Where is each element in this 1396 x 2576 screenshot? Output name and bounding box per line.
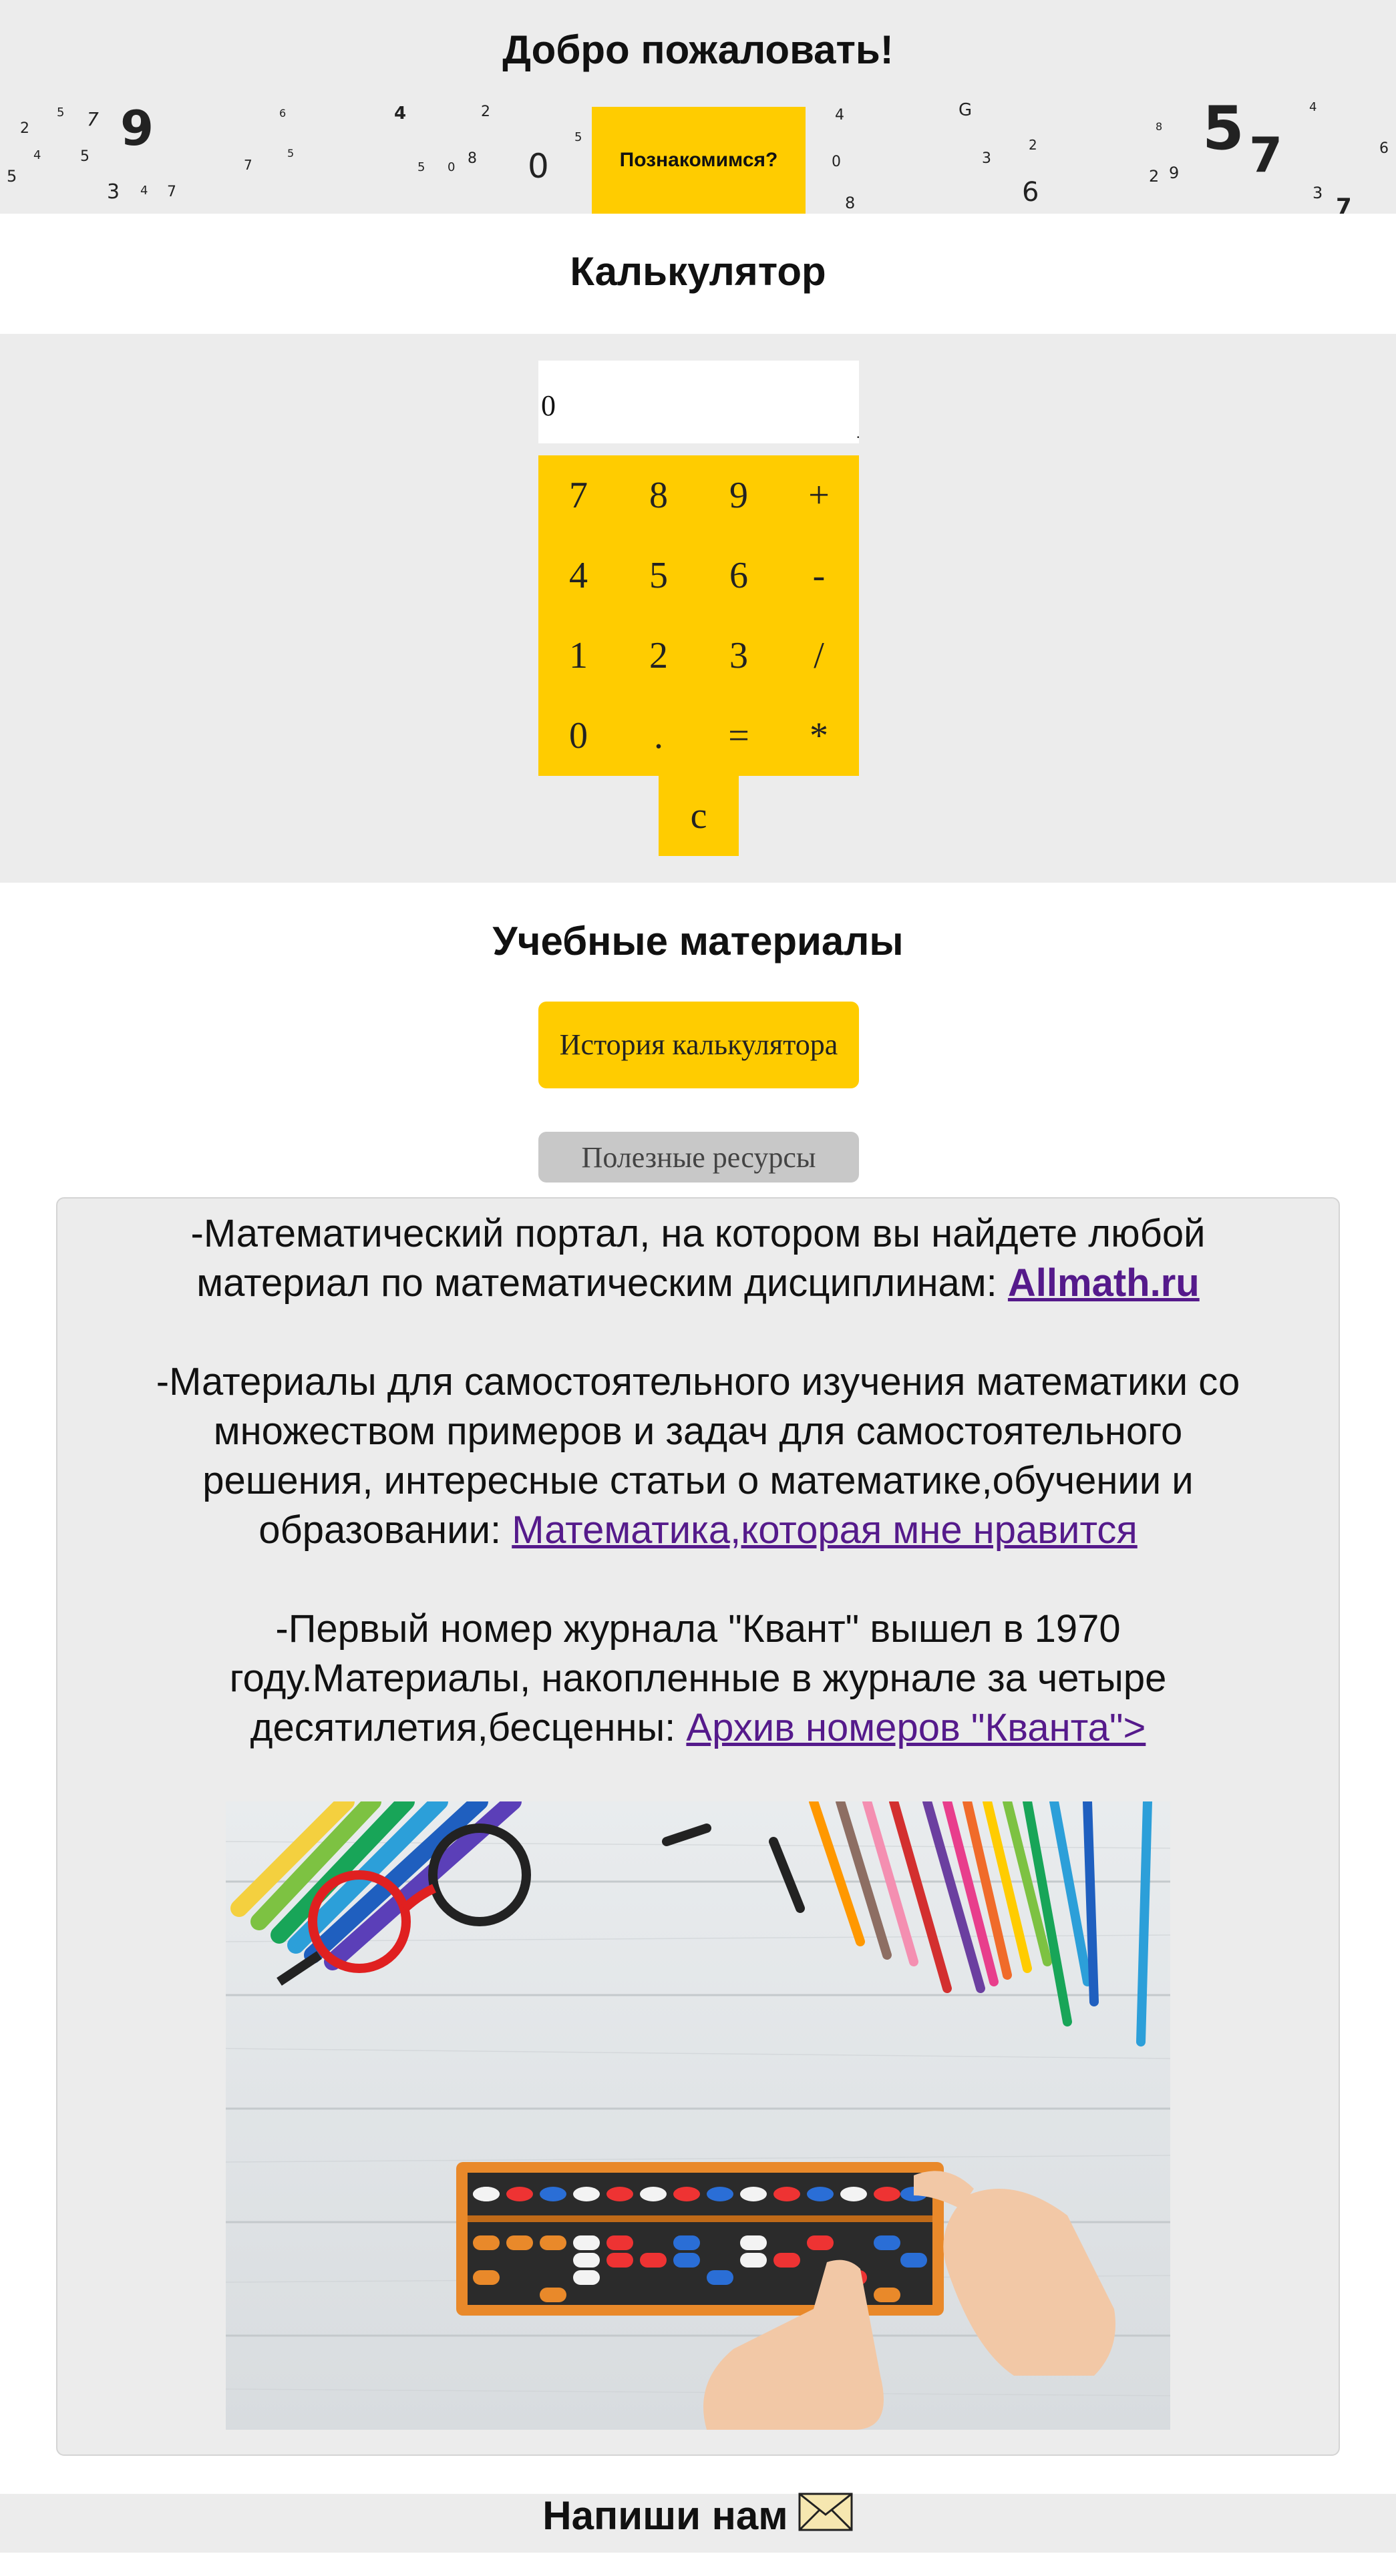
display-corner-dot: . — [856, 425, 860, 441]
key-7[interactable]: 7 — [538, 455, 619, 535]
resource-item-math-i-like: -Материалы для самостоятельного изучения… — [0, 1357, 1396, 1555]
contact-us-link[interactable]: Напиши нам — [0, 2492, 1396, 2539]
resource-text: -Первый номер журнала "Квант" вышел в 19… — [275, 1607, 1121, 1651]
resource-text: образовании: — [258, 1508, 512, 1552]
key-9[interactable]: 9 — [699, 455, 779, 535]
welcome-title: Добро пожаловать! — [502, 27, 894, 72]
abacus-photo — [226, 1801, 1170, 2430]
materials-title: Учебные материалы — [492, 919, 904, 963]
resource-text: множеством примеров и задач для самостоя… — [213, 1410, 1183, 1453]
key-4[interactable]: 4 — [538, 535, 619, 616]
resource-text: материал по математическим дисциплинам: — [196, 1261, 1008, 1305]
key-dot[interactable]: . — [619, 696, 699, 776]
calculator-display[interactable] — [538, 361, 859, 443]
resource-item-allmath: -Математический портал, на котором вы на… — [0, 1209, 1396, 1308]
key-8[interactable]: 8 — [619, 455, 699, 535]
resource-text: -Математический портал, на котором вы на… — [190, 1212, 1206, 1255]
key-2[interactable]: 2 — [619, 616, 699, 696]
key-5[interactable]: 5 — [619, 535, 699, 616]
resource-text: -Материалы для самостоятельного изучения… — [156, 1360, 1240, 1404]
key-0[interactable]: 0 — [538, 696, 619, 776]
envelope-icon — [798, 2493, 853, 2531]
math-i-like-link[interactable]: Математика,которая мне нравится — [512, 1508, 1138, 1552]
resource-text: десятилетия,бесценны: — [250, 1706, 687, 1749]
key-multiply[interactable]: * — [779, 696, 859, 776]
key-clear[interactable]: c — [659, 776, 739, 856]
get-acquainted-button[interactable]: Познакомимся? — [592, 107, 806, 214]
kvant-archive-link[interactable]: Архив номеров "Кванта"> — [686, 1706, 1146, 1749]
key-equals[interactable]: = — [699, 696, 779, 776]
useful-resources-button[interactable]: Полезные ресурсы — [538, 1132, 859, 1183]
key-3[interactable]: 3 — [699, 616, 779, 696]
key-minus[interactable]: - — [779, 535, 859, 616]
key-6[interactable]: 6 — [699, 535, 779, 616]
resource-text: решения, интересные статьи о математике,… — [202, 1459, 1194, 1502]
calculator-history-button[interactable]: История калькулятора — [538, 1002, 859, 1088]
hero-banner: Добро пожаловать! 2 5 7 9 5 4 5 3 4 7 7 … — [0, 0, 1396, 214]
resource-text: году.Материалы, накопленные в журнале за… — [229, 1657, 1167, 1700]
resource-item-kvant: -Первый номер журнала "Квант" вышел в 19… — [0, 1604, 1396, 1753]
key-1[interactable]: 1 — [538, 616, 619, 696]
contact-us-label: Напиши нам — [542, 2493, 788, 2538]
key-plus[interactable]: + — [779, 455, 859, 535]
key-divide[interactable]: / — [779, 616, 859, 696]
calculator-title: Калькулятор — [570, 249, 826, 294]
allmath-link[interactable]: Allmath.ru — [1008, 1261, 1200, 1305]
